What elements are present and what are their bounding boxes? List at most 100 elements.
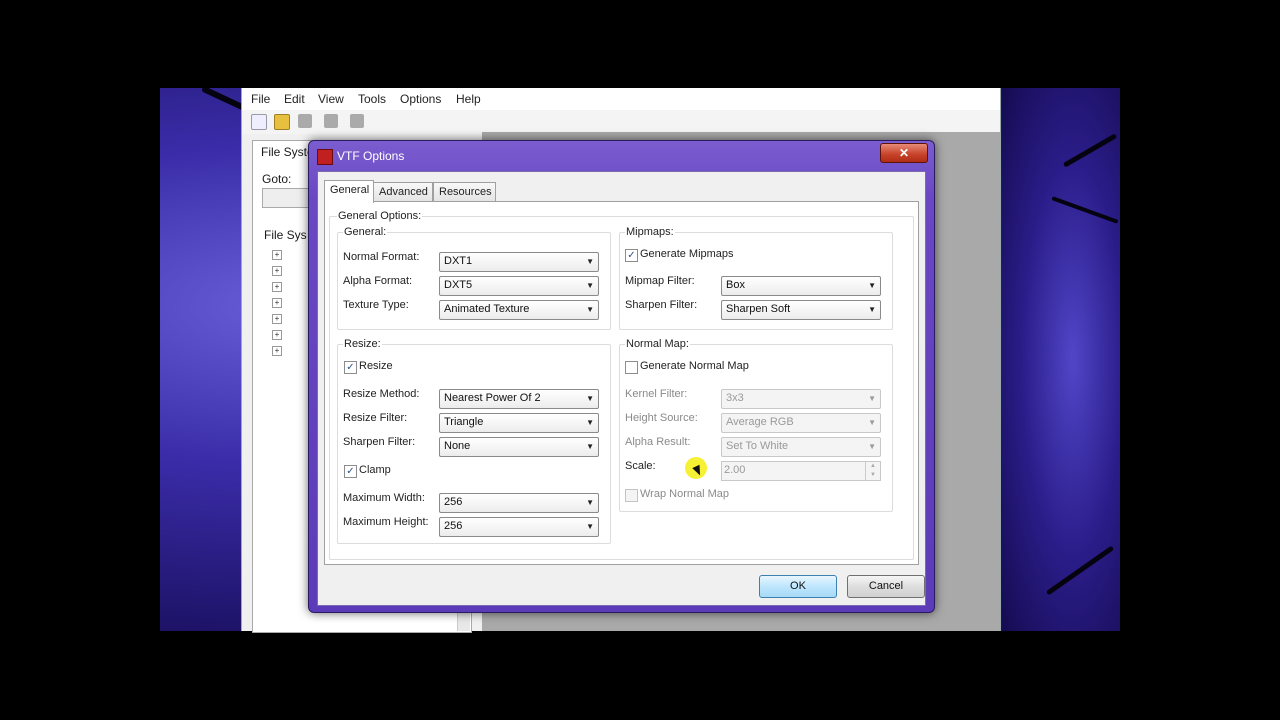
mipmaps-group-label: Mipmaps: bbox=[625, 226, 675, 238]
generate-mipmaps-label[interactable]: Generate Mipmaps bbox=[640, 248, 734, 260]
height-source-value: Average RGB bbox=[726, 416, 794, 428]
max-width-select[interactable]: 256 ▼ bbox=[439, 493, 599, 513]
resize-method-value: Nearest Power Of 2 bbox=[444, 392, 541, 404]
kernel-filter-select[interactable]: 3x3 ▼ bbox=[721, 389, 881, 409]
wrap-normal-map-label[interactable]: Wrap Normal Map bbox=[640, 488, 729, 500]
chevron-down-icon: ▼ bbox=[868, 442, 876, 451]
mipmap-sharpen-label: Sharpen Filter: bbox=[625, 299, 698, 311]
alpha-format-value: DXT5 bbox=[444, 279, 473, 291]
kernel-filter-value: 3x3 bbox=[726, 392, 744, 404]
alpha-result-value: Set To White bbox=[726, 440, 789, 452]
tab-advanced[interactable]: Advanced bbox=[373, 182, 433, 202]
normal-format-label: Normal Format: bbox=[343, 251, 420, 263]
spinner-arrows-icon[interactable]: ▲ ▼ bbox=[865, 462, 880, 480]
wrap-normal-map-checkbox[interactable] bbox=[625, 489, 638, 502]
wallpaper-right-area bbox=[1002, 88, 1120, 631]
general-tab-panel: General Options: General: Normal Format:… bbox=[324, 201, 919, 565]
dialog-client-area: General Advanced Resources General Optio… bbox=[317, 171, 926, 606]
cancel-button[interactable]: Cancel bbox=[847, 575, 925, 598]
chevron-down-icon: ▼ bbox=[586, 257, 594, 266]
menu-options[interactable]: Options bbox=[400, 92, 441, 106]
texture-type-value: Animated Texture bbox=[444, 303, 530, 315]
generate-normal-map-checkbox[interactable] bbox=[625, 361, 638, 374]
resize-sharpen-label: Sharpen Filter: bbox=[343, 436, 416, 448]
paste-icon[interactable] bbox=[350, 114, 364, 128]
kernel-filter-label: Kernel Filter: bbox=[625, 388, 688, 400]
mipmap-filter-label: Mipmap Filter: bbox=[625, 275, 695, 287]
height-source-label: Height Source: bbox=[625, 412, 698, 424]
resize-filter-label: Resize Filter: bbox=[343, 412, 408, 424]
tree-expand-icon[interactable]: + bbox=[272, 314, 282, 324]
dialog-title-bar[interactable]: VTF Options ✕ bbox=[309, 141, 934, 171]
general-group-label: General: bbox=[343, 226, 388, 238]
generate-normal-map-label[interactable]: Generate Normal Map bbox=[640, 360, 749, 372]
chevron-down-icon: ▼ bbox=[586, 498, 594, 507]
resize-method-label: Resize Method: bbox=[343, 388, 420, 400]
clamp-label[interactable]: Clamp bbox=[359, 464, 391, 476]
save-icon[interactable] bbox=[298, 114, 312, 128]
resize-label[interactable]: Resize bbox=[359, 360, 393, 372]
chevron-down-icon: ▼ bbox=[868, 281, 876, 290]
alpha-format-select[interactable]: DXT5 ▼ bbox=[439, 276, 599, 296]
max-height-select[interactable]: 256 ▼ bbox=[439, 517, 599, 537]
alpha-result-select[interactable]: Set To White ▼ bbox=[721, 437, 881, 457]
menu-bar: File Edit View Tools Options Help bbox=[242, 88, 1000, 110]
texture-type-select[interactable]: Animated Texture ▼ bbox=[439, 300, 599, 320]
alpha-result-label: Alpha Result: bbox=[625, 436, 691, 448]
normal-map-group-label: Normal Map: bbox=[625, 338, 690, 350]
mipmap-filter-value: Box bbox=[726, 279, 745, 291]
ok-button[interactable]: OK bbox=[759, 575, 837, 598]
tree-expand-icon[interactable]: + bbox=[272, 298, 282, 308]
resize-checkbox[interactable]: ✓ bbox=[344, 361, 357, 374]
normal-format-select[interactable]: DXT1 ▼ bbox=[439, 252, 599, 272]
tab-resources[interactable]: Resources bbox=[433, 182, 496, 202]
resize-sharpen-select[interactable]: None ▼ bbox=[439, 437, 599, 457]
tree-expand-icon[interactable]: + bbox=[272, 250, 282, 260]
resize-filter-select[interactable]: Triangle ▼ bbox=[439, 413, 599, 433]
tree-expand-icon[interactable]: + bbox=[272, 346, 282, 356]
chevron-down-icon: ▼ bbox=[868, 418, 876, 427]
generate-mipmaps-checkbox[interactable]: ✓ bbox=[625, 249, 638, 262]
resize-sharpen-value: None bbox=[444, 440, 471, 452]
max-height-label: Maximum Height: bbox=[343, 516, 429, 528]
mipmap-sharpen-select[interactable]: Sharpen Soft ▼ bbox=[721, 300, 881, 320]
menu-file[interactable]: File bbox=[251, 92, 270, 106]
menu-help[interactable]: Help bbox=[456, 92, 481, 106]
normal-format-value: DXT1 bbox=[444, 255, 473, 267]
max-width-value: 256 bbox=[444, 496, 463, 508]
goto-label: Goto: bbox=[262, 172, 292, 186]
clamp-checkbox[interactable]: ✓ bbox=[344, 465, 357, 478]
chevron-down-icon: ▼ bbox=[868, 394, 876, 403]
chevron-down-icon: ▼ bbox=[586, 442, 594, 451]
mipmap-sharpen-value: Sharpen Soft bbox=[726, 303, 791, 315]
tab-general[interactable]: General bbox=[324, 180, 374, 203]
menu-edit[interactable]: Edit bbox=[284, 92, 305, 106]
chevron-down-icon: ▼ bbox=[868, 305, 876, 314]
close-button[interactable]: ✕ bbox=[880, 143, 928, 163]
texture-type-label: Texture Type: bbox=[343, 299, 409, 311]
resize-method-select[interactable]: Nearest Power Of 2 ▼ bbox=[439, 389, 599, 409]
alpha-format-label: Alpha Format: bbox=[343, 275, 413, 287]
dialog-title: VTF Options bbox=[337, 149, 405, 163]
menu-tools[interactable]: Tools bbox=[358, 92, 386, 106]
chevron-down-icon: ▼ bbox=[586, 418, 594, 427]
max-height-value: 256 bbox=[444, 520, 463, 532]
height-source-select[interactable]: Average RGB ▼ bbox=[721, 413, 881, 433]
mipmap-filter-select[interactable]: Box ▼ bbox=[721, 276, 881, 296]
new-file-icon[interactable] bbox=[251, 114, 267, 130]
copy-icon[interactable] bbox=[324, 114, 338, 128]
open-folder-icon[interactable] bbox=[274, 114, 290, 130]
scale-label: Scale: bbox=[625, 460, 656, 472]
max-width-label: Maximum Width: bbox=[343, 492, 425, 504]
tree-expand-icon[interactable]: + bbox=[272, 266, 282, 276]
chevron-down-icon: ▼ bbox=[586, 522, 594, 531]
chevron-down-icon: ▼ bbox=[586, 305, 594, 314]
general-options-label: General Options: bbox=[337, 210, 423, 222]
tree-expand-icon[interactable]: + bbox=[272, 282, 282, 292]
tree-expand-icon[interactable]: + bbox=[272, 330, 282, 340]
resize-group-label: Resize: bbox=[343, 338, 382, 350]
scale-spinner[interactable]: 2.00 ▲ ▼ bbox=[721, 461, 881, 481]
chevron-down-icon: ▼ bbox=[586, 394, 594, 403]
menu-view[interactable]: View bbox=[318, 92, 344, 106]
toolbar bbox=[242, 110, 1000, 134]
